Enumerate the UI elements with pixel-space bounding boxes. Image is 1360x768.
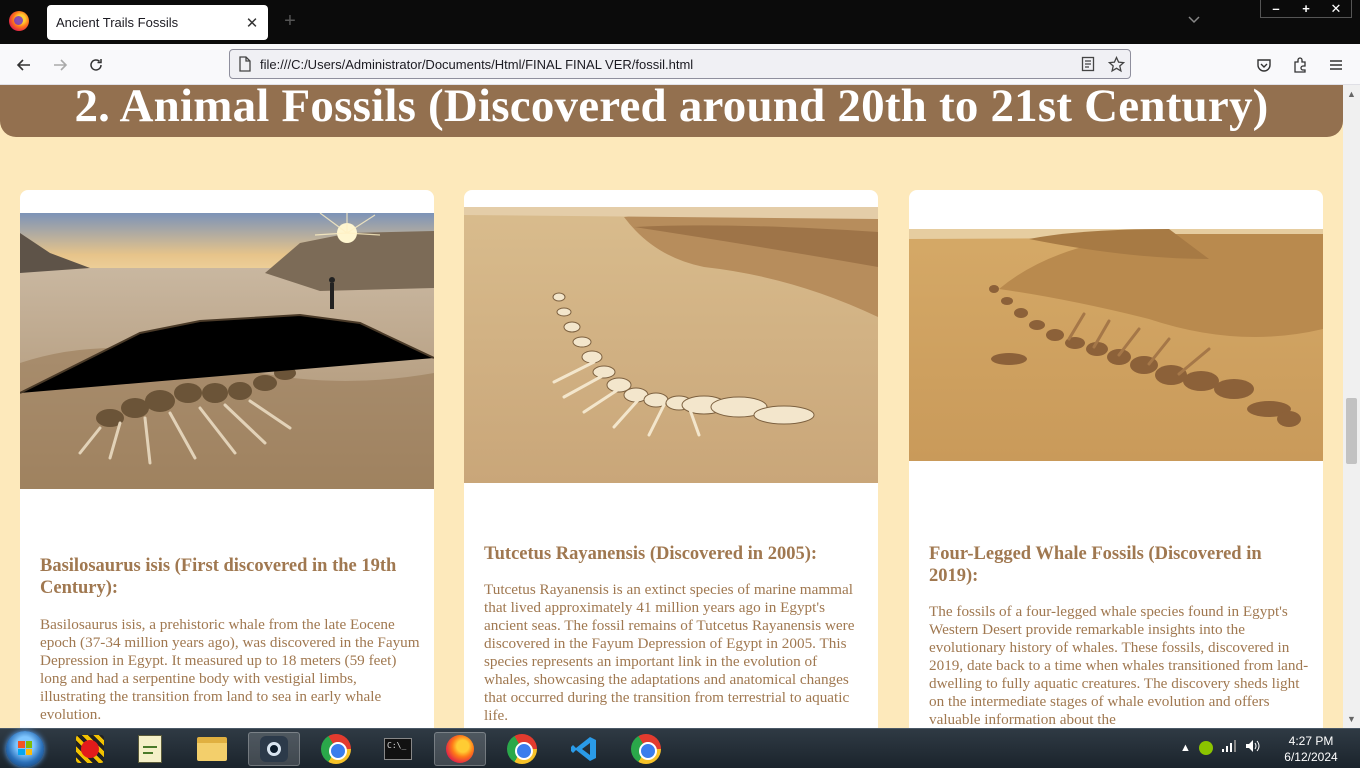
new-tab-button[interactable]: + [279,10,301,32]
bookmark-star-icon[interactable] [1102,51,1130,77]
window-controls: – + ✕ [1260,0,1352,18]
scroll-down-arrow-icon[interactable]: ▼ [1343,712,1360,726]
taskbar-notepad-icon[interactable] [124,732,176,766]
reload-button[interactable] [83,52,109,78]
page-viewport: 2. Animal Fossils (Discovered around 20t… [0,85,1343,728]
card-title: Basilosaurus isis (First discovered in t… [40,556,397,598]
section-header: 2. Animal Fossils (Discovered around 20t… [0,85,1343,137]
close-window-button[interactable]: ✕ [1321,0,1351,17]
firefox-logo-icon[interactable] [9,11,29,31]
clock-date: 6/12/2024 [1284,750,1338,764]
card-text: Basilosaurus isis, a prehistoric whale f… [40,616,420,723]
tab-title: Ancient Trails Fossils [56,15,179,30]
reload-icon [90,59,102,71]
tab-close-icon[interactable]: ✕ [240,11,264,35]
maximize-button[interactable]: + [1291,0,1321,17]
address-bar[interactable]: file:///C:/Users/Administrator/Documents… [229,49,1131,79]
chevron-down-icon[interactable] [1184,12,1204,32]
tray-status-icon[interactable] [1198,740,1213,755]
tab-ancient-trails[interactable]: Ancient Trails Fossils ✕ [47,5,268,40]
page-icon [230,56,260,72]
fossil-card-four-legged-whale: Four-Legged Whale Fossils (Discovered in… [909,190,1323,728]
taskbar-app-red-icon[interactable] [64,732,116,766]
minimize-button[interactable]: – [1261,0,1291,17]
reader-view-icon[interactable] [1074,51,1102,77]
scroll-thumb[interactable] [1346,398,1357,464]
tray-overflow-icon[interactable]: ▲ [1180,742,1191,754]
fossil-card-tutcetus: Tutcetus Rayanensis (Discovered in 2005)… [464,190,878,728]
taskbar-file-explorer-icon[interactable] [186,732,238,766]
card-title: Four-Legged Whale Fossils (Discovered in… [929,544,1262,586]
taskbar-chrome-profile-icon[interactable] [496,732,548,766]
windows-taskbar: C:\_ ▲ 4:27 PM 6/12/2024 [0,728,1360,768]
basilosaurus-photo [20,213,434,489]
tutcetus-photo [464,207,878,483]
navigation-toolbar: file:///C:/Users/Administrator/Documents… [0,44,1360,85]
forward-arrow-icon [54,59,68,71]
taskbar-chrome-2-icon[interactable] [620,732,672,766]
start-button[interactable] [6,731,44,767]
vertical-scrollbar[interactable]: ▲ ▼ [1343,85,1360,728]
scroll-up-arrow-icon[interactable]: ▲ [1343,87,1360,101]
url-text[interactable]: file:///C:/Users/Administrator/Documents… [260,57,1074,72]
extensions-icon[interactable] [1287,52,1313,78]
menu-icon[interactable] [1323,52,1349,78]
section-title: 2. Animal Fossils (Discovered around 20t… [74,85,1269,132]
four-legged-whale-photo [909,229,1323,461]
system-tray: ▲ [1180,739,1261,756]
fossil-card-basilosaurus: Basilosaurus isis (First discovered in t… [20,190,434,728]
clock-time: 4:27 PM [1288,734,1334,748]
forward-button[interactable] [47,52,73,78]
taskbar-camera-icon[interactable] [248,732,300,766]
network-signal-icon[interactable] [1221,740,1237,755]
back-arrow-icon [16,59,30,71]
taskbar-firefox-icon[interactable] [434,732,486,766]
taskbar-vscode-icon[interactable] [558,732,610,766]
card-text: The fossils of a four-legged whale speci… [929,603,1309,728]
pocket-icon[interactable] [1251,52,1277,78]
tab-strip: Ancient Trails Fossils ✕ + – + ✕ [0,0,1360,44]
taskbar-chrome-icon[interactable] [310,732,362,766]
taskbar-terminal-icon[interactable]: C:\_ [372,732,424,766]
card-title: Tutcetus Rayanensis (Discovered in 2005)… [484,544,818,564]
back-button[interactable] [11,52,37,78]
windows-logo-icon [18,741,32,755]
card-text: Tutcetus Rayanensis is an extinct specie… [484,581,855,724]
volume-icon[interactable] [1245,739,1261,756]
taskbar-clock[interactable]: 4:27 PM 6/12/2024 [1276,733,1346,765]
